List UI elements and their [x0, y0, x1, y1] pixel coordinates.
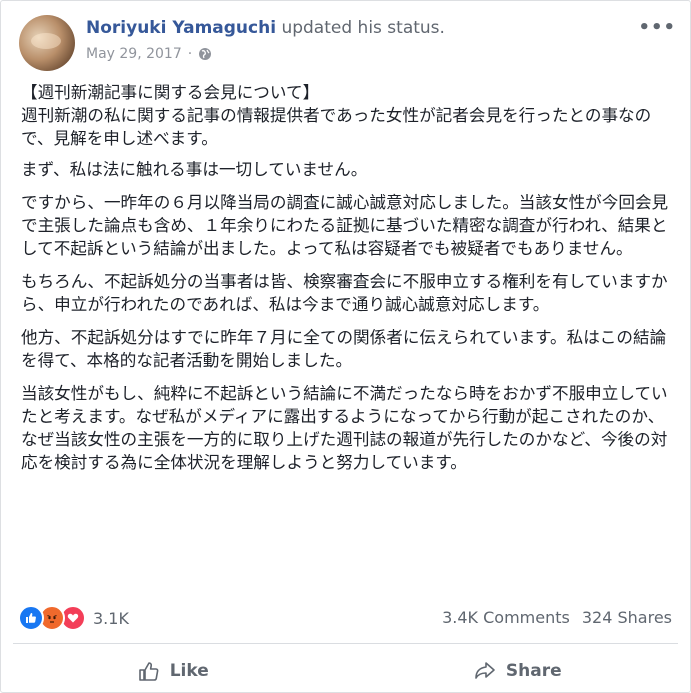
share-label: Share: [505, 661, 562, 681]
author-avatar[interactable]: [19, 15, 75, 71]
more-options-icon[interactable]: •••: [638, 17, 676, 38]
post-header: Noriyuki Yamaguchi updated his status.: [86, 18, 445, 38]
like-label: Like: [169, 661, 209, 681]
share-arrow-icon: [475, 662, 495, 679]
post-paragraph: 【週刊新潮記事に関する会見について】 週刊新潮の私に関する記事の情報提供者であっ…: [21, 81, 676, 150]
post-paragraph: ですから、一昨年の６月以降当局の調査に誠心誠意対応しました。当該女性が今回会見で…: [21, 193, 669, 258]
post-paragraph: 他方、不起訴処分はすでに昨年７月に全ての関係者に伝えられています。私はこの結論を…: [21, 328, 667, 370]
engagement-counts: 3.4K Comments 324 Shares: [442, 608, 672, 627]
post-actions-bar: Like Share: [1, 651, 690, 691]
thumbs-up-icon: [138, 662, 159, 681]
shares-count-link[interactable]: 324 Shares: [582, 608, 672, 627]
reactions-count[interactable]: 3.1K: [93, 609, 129, 628]
comments-count-link[interactable]: 3.4K Comments: [442, 608, 570, 627]
share-button[interactable]: Share: [346, 651, 691, 691]
divider: [13, 643, 678, 644]
author-name-link[interactable]: Noriyuki Yamaguchi: [86, 18, 276, 38]
post-date-link[interactable]: May 29, 2017: [86, 46, 182, 62]
like-button[interactable]: Like: [1, 651, 346, 691]
post-card: Noriyuki Yamaguchi updated his status. M…: [0, 0, 691, 693]
post-paragraph: もちろん、不起訴処分の当事者は皆、検察審査会に不服申立する権利を有していますから…: [21, 272, 668, 314]
post-action-text: updated his status.: [281, 18, 445, 38]
reactions-summary[interactable]: 3.1K: [18, 605, 129, 631]
globe-icon[interactable]: [198, 47, 212, 61]
post-paragraph: まず、私は法に触れる事は一切していません。: [21, 160, 368, 179]
post-paragraph-text: 週刊新潮の私に関する記事の情報提供者であった女性が記者会見を行ったとの事なので、…: [21, 106, 652, 148]
like-reaction-icon: [18, 605, 44, 631]
post-title: 【週刊新潮記事に関する会見について】: [21, 83, 320, 102]
post-paragraph: 当該女性がもし、純粋に不起訴という結論に不満だったなら時をおかず不服申立していた…: [21, 384, 668, 472]
post-meta: May 29, 2017 ·: [86, 46, 212, 62]
post-text: 【週刊新潮記事に関する会見について】 週刊新潮の私に関する記事の情報提供者であっ…: [21, 81, 676, 484]
